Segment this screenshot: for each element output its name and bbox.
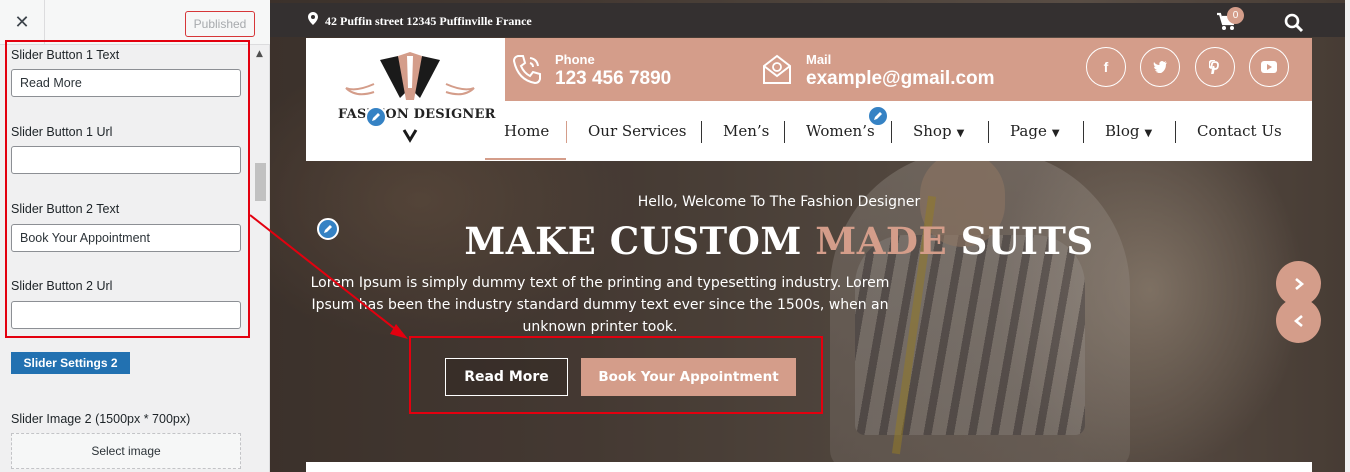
mail-icon [760,52,794,86]
mail-label: Mail [806,52,832,67]
hero-welcome-text: Hello, Welcome To The Fashion Designer [637,194,921,210]
logo-text: FASHION DESIGNER [338,107,496,122]
nav-active-underline [485,158,566,160]
phone-value[interactable]: 123 456 7890 [555,68,671,90]
hero-title-accent: MADE [815,219,948,263]
hero-title-part1: MAKE CUSTOM [464,219,802,263]
top-bar: 42 Puffin street 12345 Puffinville Franc… [270,3,1350,37]
published-button[interactable]: Published [185,11,255,37]
hero-title: MAKE CUSTOM MADE SUITS [270,219,1288,263]
scroll-up-icon[interactable]: ▲ [256,49,263,59]
mail-value[interactable]: example@gmail.com [806,68,995,90]
nav-home[interactable]: Home [504,122,549,140]
twitter-icon[interactable] [1140,47,1180,87]
nav-contact-us[interactable]: Contact Us [1197,122,1282,140]
pinterest-icon[interactable] [1195,47,1235,87]
nav-separator [566,121,567,143]
youtube-icon[interactable] [1249,47,1289,87]
hero-title-part2: SUITS [960,219,1094,263]
nav-separator [784,121,785,143]
nav-separator [1175,121,1176,143]
cart-count-badge: 0 [1227,7,1244,24]
nav-blog-label: Blog [1105,122,1140,140]
nav-womens[interactable]: Women’s [806,122,875,140]
annotation-highlight-fields [5,40,250,338]
slider-settings-2-button[interactable]: Slider Settings 2 [11,352,130,374]
nav-our-services[interactable]: Our Services [588,122,686,140]
chevron-left-icon [1293,314,1303,327]
search-icon[interactable] [1284,13,1306,35]
facebook-icon[interactable]: f [1086,47,1126,87]
map-pin-icon [308,12,321,28]
address-text: 42 Puffin street 12345 Puffinville Franc… [325,14,532,28]
chevron-right-icon [1294,277,1304,290]
nav-shop-label: Shop [913,122,952,140]
address: 42 Puffin street 12345 Puffinville Franc… [308,12,532,29]
slider-prev-button[interactable] [1276,298,1321,343]
book-appointment-button[interactable]: Book Your Appointment [581,358,796,396]
nav-blog[interactable]: Blog ▼ [1105,122,1152,140]
scrollbar-thumb[interactable] [255,163,266,201]
content-card [306,462,1312,472]
chevron-down-icon: ▼ [1144,128,1153,139]
hero-description: Lorem Ipsum is simply dummy text of the … [310,275,890,335]
chevron-down-icon: ▼ [1051,128,1060,139]
site-logo[interactable] [316,48,504,158]
read-more-button[interactable]: Read More [445,358,568,396]
customizer-header: ✕ Published [0,0,270,45]
nav-separator [891,121,892,143]
nav-shop[interactable]: Shop ▼ [913,122,964,140]
nav-separator [988,121,989,143]
preview-edge [1345,0,1350,472]
nav-page[interactable]: Page ▼ [1010,122,1060,140]
nav-separator [1083,121,1084,143]
nav-separator [701,121,702,143]
edit-logo-pencil-icon[interactable] [365,106,387,128]
select-image-button[interactable]: Select image [11,433,241,469]
phone-icon [510,52,544,86]
customizer-panel: ✕ Published Slider Button 1 Text Read Mo… [0,0,270,472]
edit-menu-pencil-icon[interactable] [867,105,889,127]
nav-page-label: Page [1010,122,1047,140]
close-icon[interactable]: ✕ [0,0,45,45]
nav-mens[interactable]: Men’s [723,122,769,140]
phone-label: Phone [555,52,595,67]
chevron-down-icon: ▼ [956,128,965,139]
customizer-scrollbar[interactable]: ▲ [252,45,269,472]
site-preview: 42 Puffin street 12345 Puffinville Franc… [270,0,1350,472]
slider-image-label: Slider Image 2 (1500px * 700px) [11,412,191,426]
